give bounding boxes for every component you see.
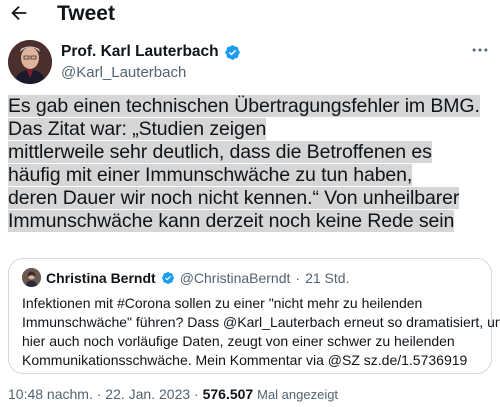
separator-dot: · (295, 269, 301, 286)
quoted-author-name: Christina Berndt (46, 269, 156, 286)
quoted-tweet[interactable]: Christina Berndt @ChristinaBerndt · 21 S… (8, 258, 500, 374)
quoted-timestamp: 21 Std. (305, 269, 350, 286)
tweet-line: mittlerweile sehr deutlich, dass die Bet… (8, 141, 432, 163)
quoted-tweet-header: Christina Berndt @ChristinaBerndt · 21 S… (22, 268, 349, 287)
tweet-meta: 10:48 nachm. · 22. Jan. 2023 · 576.507 M… (8, 386, 338, 402)
separator-dot: · (96, 386, 102, 402)
tweet-line: Das Zitat war: „Studien zeigen (8, 118, 267, 140)
top-bar: Tweet (0, 0, 500, 30)
more-horizontal-icon[interactable] (470, 40, 490, 66)
avatar[interactable] (8, 40, 52, 84)
verified-badge-icon (224, 44, 240, 60)
author-handle[interactable]: @Karl_Lauterbach (61, 64, 186, 81)
quoted-author-handle: @ChristinaBerndt (179, 269, 291, 286)
quoted-line: hier auch noch vorläufige Daten, zeugt v… (22, 333, 455, 349)
tweet-line: häufig mit einer Immunschwäche zu tun ha… (8, 164, 413, 186)
tweet-time[interactable]: 10:48 nachm. (8, 386, 93, 402)
quoted-line: Kommunikationsschwäche. Mein Kommentar v… (22, 352, 468, 368)
author-name[interactable]: Prof. Karl Lauterbach (61, 43, 219, 61)
tweet-line: Immunschwäche kann derzeit noch keine Re… (8, 210, 455, 232)
tweet-author: Prof. Karl Lauterbach @Karl_Lauterbach (8, 40, 492, 86)
arrow-left-icon[interactable] (8, 2, 32, 26)
view-count-label: Mal angezeigt (257, 387, 339, 402)
quoted-line: Immunschwäche" führen? Dass @Karl_Lauter… (22, 314, 500, 330)
view-count: 576.507 (202, 386, 254, 402)
tweet-line: deren Dauer wir noch nicht kennen.“ Von … (8, 187, 460, 209)
tweet-date[interactable]: 22. Jan. 2023 (105, 386, 190, 402)
tweet-text: Es gab einen technischen Übertragungsfeh… (8, 95, 498, 233)
separator-dot: · (194, 386, 199, 402)
page-title: Tweet (57, 2, 115, 25)
author-name-row: Prof. Karl Lauterbach (61, 43, 241, 61)
quoted-line: Infektionen mit #Corona sollen zu einer … (22, 295, 423, 311)
verified-badge-icon (161, 271, 174, 284)
quoted-tweet-text: Infektionen mit #Corona sollen zu einer … (22, 294, 500, 370)
quoted-avatar (22, 268, 41, 287)
tweet-line: Es gab einen technischen Übertragungsfeh… (8, 95, 480, 117)
